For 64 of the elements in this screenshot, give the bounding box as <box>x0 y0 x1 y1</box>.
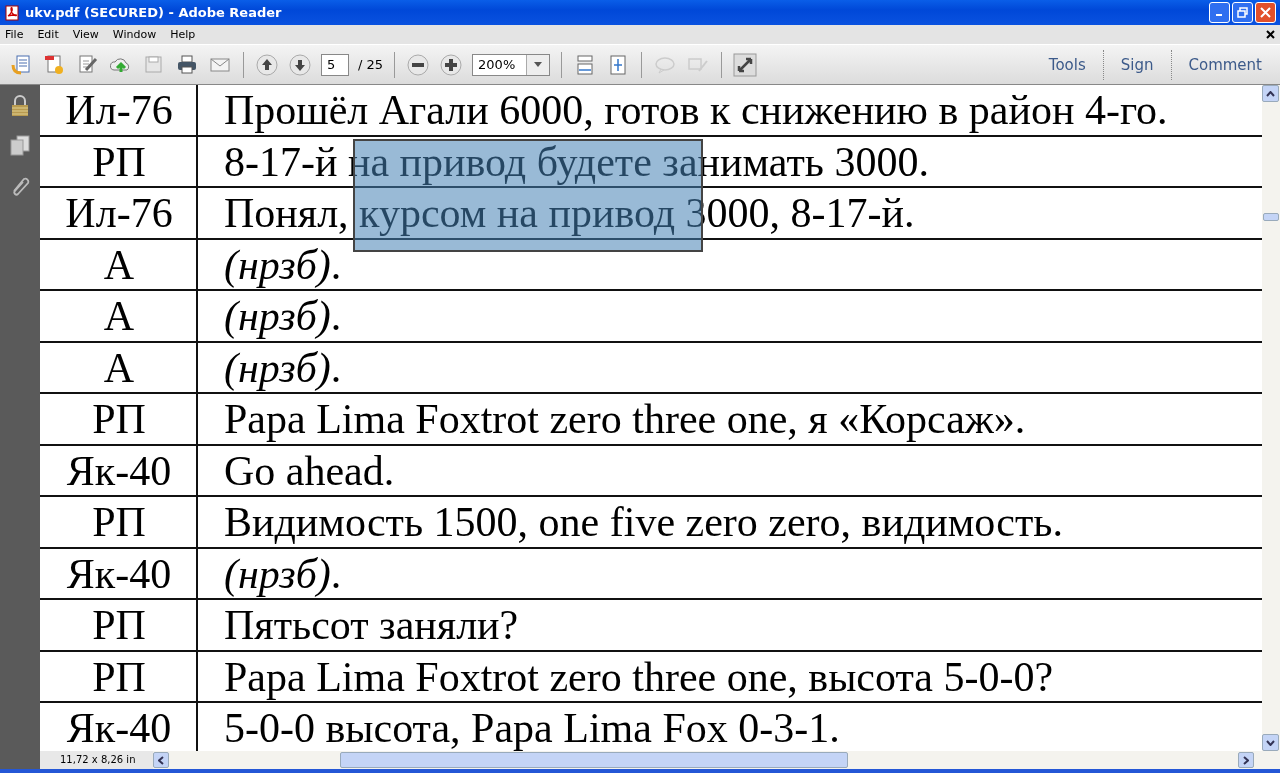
menu-item[interactable]: Window <box>112 28 163 41</box>
speaker-cell: Ил-76 <box>40 188 198 238</box>
pages-icon[interactable] <box>10 135 30 157</box>
zoom-in-button[interactable] <box>439 52 464 77</box>
scroll-up-button[interactable] <box>1262 85 1279 102</box>
transcript-cell-text: (нрзб). <box>223 292 342 341</box>
page-total: / 25 <box>358 57 384 72</box>
pdf-file-icon <box>4 4 20 21</box>
page-up-button[interactable] <box>255 52 279 77</box>
close-button[interactable] <box>1255 2 1276 23</box>
menu-item[interactable]: View <box>72 28 105 41</box>
speaker-cell: Ил-76 <box>40 85 198 135</box>
restore-button[interactable] <box>1232 2 1253 23</box>
vertical-scrollbar[interactable] <box>1262 85 1280 751</box>
speaker-cell: РП <box>40 600 198 650</box>
caret-right-icon <box>1243 755 1249 765</box>
page-size-label: 11,72 x 8,26 in <box>40 751 153 769</box>
transcript-cell-text: (нрзб). <box>223 549 342 598</box>
page-number-field[interactable]: 5 <box>321 53 349 76</box>
speaker-cell: А <box>40 342 198 392</box>
toolbar-link[interactable]: Tools <box>1040 55 1094 74</box>
speaker-cell: А <box>40 291 198 341</box>
transcript-cell-text: Papa Lima Foxtrot zero three one, я «Корсаж». <box>223 395 1026 444</box>
speaker-cell: РП <box>40 497 198 547</box>
transcript-cell-text: 5-0-0 высота, Papa Lima Fox 0-3-1. <box>223 704 840 751</box>
caret-down-icon <box>1266 739 1275 746</box>
transcript-cell-text: Papa Lima Foxtrot zero three one, высота 5-0-0? <box>223 652 1054 701</box>
speaker-cell: Як-40 <box>40 445 198 495</box>
zoom-dropdown[interactable]: 200% <box>472 53 551 76</box>
caret-left-icon <box>158 755 164 765</box>
paperclip-icon[interactable] <box>10 175 30 197</box>
scroll-thumb[interactable] <box>1263 213 1279 221</box>
speaker-cell: РП <box>40 136 198 186</box>
horizontal-scroll-thumb[interactable] <box>340 752 848 768</box>
menu-item[interactable]: File <box>5 28 30 41</box>
transcript-cell-text: Go ahead. <box>223 446 395 495</box>
scroll-down-button[interactable] <box>1262 734 1279 751</box>
transcript-cell-text: Видимость 1500, one five zero zero, видимость. <box>223 498 1063 547</box>
scroll-right-button[interactable] <box>1238 752 1254 768</box>
transcript-cell-text: Пятьсот заняли? <box>223 601 519 650</box>
window-title: ukv.pdf (SECURED) - Adobe Reader <box>25 5 283 20</box>
menu-item[interactable]: Help <box>170 28 202 41</box>
zoom-out-button[interactable] <box>406 52 431 77</box>
print-icon[interactable] <box>175 52 199 77</box>
caret-icon <box>534 62 543 67</box>
speaker-cell: А <box>40 239 198 289</box>
toolbar-link[interactable]: Comment <box>1180 55 1270 74</box>
minimize-button[interactable] <box>1209 2 1230 23</box>
page-down-button[interactable] <box>288 52 312 77</box>
transcript-cell-text: (нрзб). <box>223 240 342 289</box>
toolbar-link[interactable]: Sign <box>1112 55 1162 74</box>
close-icon[interactable] <box>1266 30 1275 39</box>
speaker-cell: РП <box>40 651 198 701</box>
transcript-cell-text: Прошёл Агали 6000, готов к снижению в район 4-го. <box>223 86 1168 135</box>
menu-item[interactable]: Edit <box>37 28 65 41</box>
full-screen-icon[interactable] <box>733 52 758 77</box>
scroll-left-button[interactable] <box>153 752 169 768</box>
transcript-cell-text: (нрзб). <box>223 343 342 392</box>
restore-icon <box>1237 7 1248 18</box>
lock-icon[interactable] <box>10 95 30 117</box>
close-icon <box>1260 7 1271 18</box>
caret-up-icon <box>1266 90 1275 97</box>
speaker-cell: РП <box>40 394 198 444</box>
speaker-cell: Як-40 <box>40 548 198 598</box>
